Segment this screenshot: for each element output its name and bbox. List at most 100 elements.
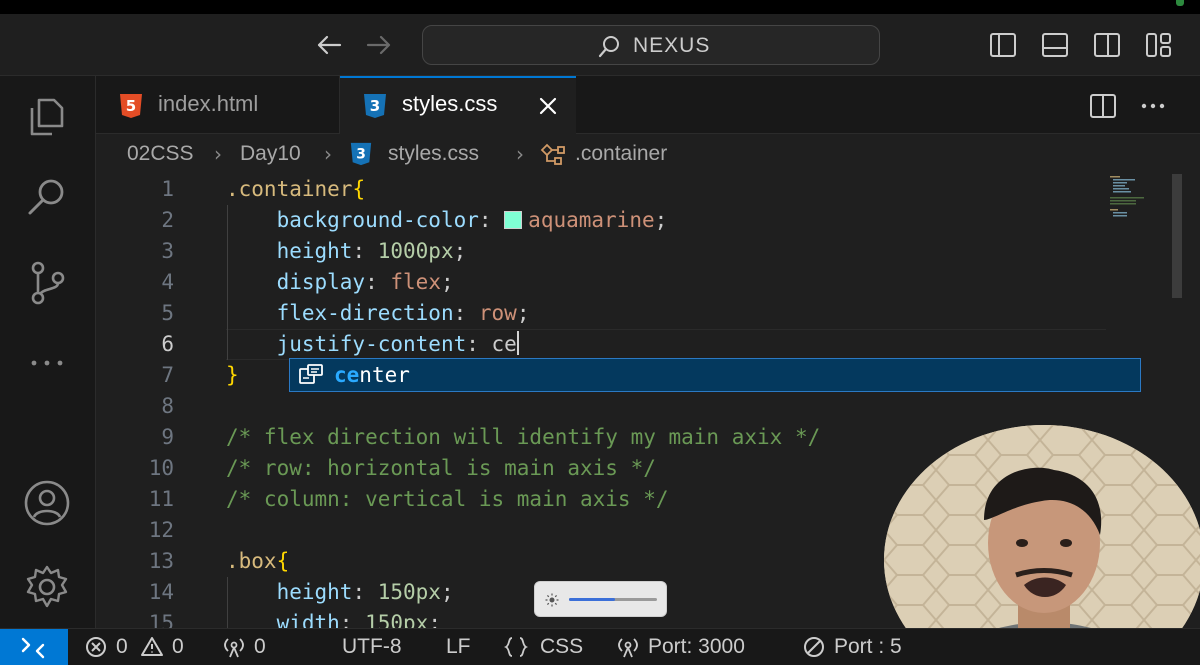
remote-icon — [21, 637, 45, 659]
breadcrumb-folder[interactable]: 02CSS — [127, 142, 194, 166]
color-swatch[interactable] — [504, 211, 523, 229]
line-number: 11 — [148, 487, 174, 511]
suggest-widget[interactable]: center — [289, 358, 1141, 392]
code-line[interactable]: 6 justify-content: ce — [96, 329, 1200, 360]
secondary-port[interactable]: Port : 5 — [834, 633, 902, 661]
settings-gear-icon[interactable] — [22, 562, 72, 612]
line-number: 9 — [161, 425, 174, 449]
line-number: 14 — [148, 580, 174, 604]
breadcrumb-subfolder[interactable]: Day10 — [240, 142, 301, 166]
symbol-class-icon — [540, 143, 565, 165]
back-arrow-icon[interactable] — [314, 32, 344, 58]
split-editor-icon[interactable] — [1088, 92, 1118, 120]
broadcast-icon[interactable] — [616, 635, 640, 659]
code-token: ; — [453, 239, 467, 263]
brightness-fill — [569, 598, 615, 601]
tab-styles-css[interactable]: 3 styles.css — [340, 76, 576, 134]
code-text: .box{ — [226, 546, 289, 577]
code-line[interactable]: 4 display: flex; — [96, 267, 1200, 298]
breadcrumb-file[interactable]: styles.css — [388, 142, 479, 166]
forward-arrow-icon[interactable] — [364, 32, 394, 58]
code-token: aquamarine — [528, 208, 655, 232]
toggle-panel-icon[interactable] — [1040, 31, 1070, 59]
code-line[interactable]: 8 — [96, 391, 1200, 422]
line-number: 13 — [148, 549, 174, 573]
activity-bar — [0, 76, 96, 628]
line-number: 8 — [161, 394, 174, 418]
status-bar: 0 0 0 UTF-8 LF CSS Port: 3000 Port : 5 — [0, 628, 1200, 665]
line-number: 15 — [148, 611, 174, 628]
code-text: /* flex direction will identify my main … — [226, 422, 820, 453]
code-line[interactable]: 3 height: 1000px; — [96, 236, 1200, 267]
source-control-icon[interactable] — [22, 258, 72, 308]
enum-value-icon — [299, 364, 323, 384]
code-token: width — [276, 611, 340, 628]
code-line[interactable]: 1 .container{ — [96, 174, 1200, 205]
more-actions-icon[interactable] — [1138, 92, 1168, 120]
css3-icon: 3 — [364, 94, 386, 118]
error-count[interactable]: 0 — [116, 633, 128, 661]
search-icon — [598, 36, 619, 58]
code-text: height: 1000px; — [226, 236, 467, 267]
toggle-secondary-sidebar-icon[interactable] — [1092, 31, 1122, 59]
error-icon[interactable] — [84, 635, 108, 659]
circle-slash-icon[interactable] — [802, 635, 826, 659]
code-token: /* flex direction will identify my main … — [226, 425, 821, 449]
remote-indicator[interactable] — [0, 629, 68, 665]
code-token: : — [466, 332, 492, 356]
code-token: : — [339, 611, 366, 628]
line-number: 3 — [161, 239, 174, 263]
command-center-search[interactable]: NEXUS — [422, 25, 880, 65]
sun-icon — [545, 593, 559, 607]
live-server-port[interactable]: Port: 3000 — [648, 633, 745, 661]
line-number: 10 — [148, 456, 174, 480]
breadcrumb: 02CSS › Day10 › 3 styles.css › .containe… — [96, 134, 1200, 174]
close-icon[interactable] — [536, 94, 560, 118]
suggestion-rest: nter — [359, 363, 410, 387]
code-token: { — [352, 177, 366, 201]
code-text: display: flex; — [226, 267, 454, 298]
brightness-indicator — [534, 581, 667, 617]
code-token: { — [276, 549, 290, 573]
more-views-icon[interactable] — [22, 338, 72, 388]
language-braces-icon[interactable] — [504, 635, 528, 659]
suggestion-label[interactable]: center — [334, 359, 410, 391]
minimap[interactable] — [1106, 174, 1166, 234]
recording-indicator — [1176, 0, 1184, 6]
breadcrumb-symbol[interactable]: .container — [575, 142, 667, 166]
code-text: height: 150px; — [226, 577, 454, 608]
svg-text:3: 3 — [356, 147, 366, 163]
toggle-primary-sidebar-icon[interactable] — [988, 31, 1018, 59]
code-line[interactable]: 5 flex-direction: row; — [96, 298, 1200, 329]
vertical-scrollbar[interactable] — [1172, 174, 1182, 298]
code-token: display — [276, 270, 366, 294]
tab-bar: 5 index.html 3 styles.css — [96, 76, 1200, 134]
svg-text:3: 3 — [370, 97, 380, 115]
line-number: 2 — [161, 208, 174, 232]
code-token: .container — [226, 177, 353, 201]
explorer-icon[interactable] — [22, 90, 72, 140]
broadcast-icon[interactable] — [222, 635, 246, 659]
encoding-indicator[interactable]: UTF-8 — [342, 633, 402, 661]
search-icon[interactable] — [22, 172, 72, 222]
language-mode[interactable]: CSS — [540, 633, 583, 661]
code-token: : — [352, 580, 378, 604]
line-number: 7 — [161, 363, 174, 387]
ports-count[interactable]: 0 — [254, 633, 266, 661]
warning-icon[interactable] — [140, 635, 164, 659]
warning-count[interactable]: 0 — [172, 633, 184, 661]
code-text: justify-content: ce — [226, 329, 519, 360]
accounts-icon[interactable] — [22, 478, 72, 528]
customize-layout-icon[interactable] — [1144, 31, 1174, 59]
code-line[interactable]: 2 background-color: aquamarine; — [96, 205, 1200, 236]
code-text: /* column: vertical is main axis */ — [226, 484, 669, 515]
line-number: 12 — [148, 518, 174, 542]
chevron-right-icon: › — [214, 142, 222, 166]
line-number: 1 — [161, 177, 174, 201]
code-text: /* row: horizontal is main axis */ — [226, 453, 656, 484]
eol-indicator[interactable]: LF — [446, 633, 471, 661]
code-token: : — [365, 270, 391, 294]
code-token: ce — [491, 332, 517, 356]
tab-index-html[interactable]: 5 index.html — [96, 76, 340, 134]
code-token: row — [478, 301, 517, 325]
